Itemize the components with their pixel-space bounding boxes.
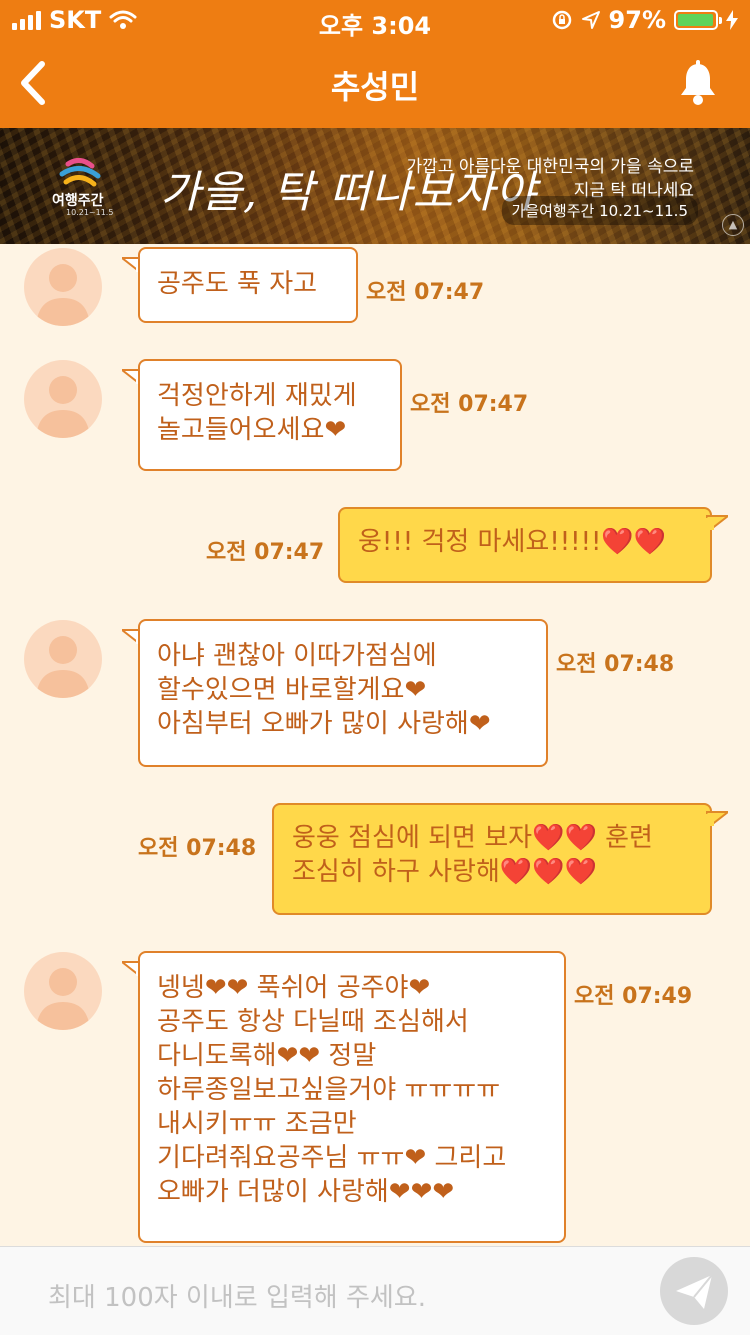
message-bubble[interactable]: 넹넹❤❤ 푹쉬어 공주야❤ 공주도 항상 다닐때 조심해서 다니도록해❤❤ 정말… bbox=[138, 951, 566, 1243]
message-bubble[interactable]: 웅웅 점심에 되면 보자❤️❤️ 훈련 조심히 하구 사랑해❤️❤️❤️ bbox=[272, 803, 712, 915]
avatar[interactable] bbox=[24, 952, 102, 1030]
message-time: 오전 07:49 bbox=[574, 984, 693, 1009]
avatar[interactable] bbox=[24, 360, 102, 438]
message-time: 오전 07:47 bbox=[206, 540, 325, 565]
banner-logo-date: 10.21~11.5 bbox=[66, 208, 114, 217]
default-profile-icon bbox=[36, 968, 90, 1030]
chat-title: 추성민 bbox=[330, 68, 420, 106]
message-time: 오전 07:47 bbox=[366, 280, 485, 305]
message-time: 오전 07:48 bbox=[138, 836, 257, 861]
message-bubble[interactable]: 걱정안하게 재밌게 놀고들어오세요❤ bbox=[138, 359, 402, 471]
default-profile-icon bbox=[36, 264, 90, 326]
battery-percent: 97% bbox=[608, 6, 666, 34]
banner-logo-text: 여행주간 bbox=[52, 193, 104, 209]
avatar[interactable] bbox=[24, 620, 102, 698]
message-input-bar: 최대 100자 이내로 입력해 주세요. bbox=[0, 1246, 750, 1335]
avatar[interactable] bbox=[24, 248, 102, 326]
navigation-bar: 추성민 bbox=[0, 40, 750, 128]
message-bubble[interactable]: 웅!!! 걱정 마세요!!!!!❤️❤️ bbox=[338, 507, 712, 583]
location-arrow-icon bbox=[581, 11, 600, 29]
ad-banner[interactable]: 여행주간 10.21~11.5 가을, 탁 떠나보자야 가깝고 아름다운 대한민… bbox=[0, 128, 750, 244]
message-time: 오전 07:48 bbox=[556, 652, 675, 677]
default-profile-icon bbox=[36, 376, 90, 438]
message-bubble[interactable]: 공주도 푹 자고 bbox=[138, 247, 358, 323]
battery-fill bbox=[678, 14, 713, 26]
banner-line-1: 가깝고 아름다운 대한민국의 가을 속으로 bbox=[406, 157, 695, 177]
top-bar: SKT 오후 3:04 97% 추성민 bbox=[0, 0, 750, 128]
default-profile-icon bbox=[36, 636, 90, 698]
paper-plane-icon bbox=[676, 1274, 713, 1309]
message-input[interactable]: 최대 100자 이내로 입력해 주세요. bbox=[48, 1277, 426, 1314]
message-bubble[interactable]: 아냐 괜찮아 이따가점심에 할수있으면 바로할게요❤ 아침부터 오빠가 많이 사… bbox=[138, 619, 548, 767]
bubble-tail bbox=[706, 515, 728, 530]
charging-bolt-icon bbox=[726, 10, 738, 30]
bell-icon[interactable] bbox=[678, 60, 718, 108]
status-bar: SKT 오후 3:04 97% bbox=[0, 0, 750, 40]
message-time: 오전 07:47 bbox=[410, 392, 529, 417]
rotation-lock-icon bbox=[552, 10, 571, 30]
send-button[interactable] bbox=[660, 1257, 728, 1325]
battery-icon bbox=[674, 10, 722, 30]
banner-date-pill: 가을여행주간 10.21~11.5 bbox=[501, 196, 698, 225]
ad-info-icon[interactable]: ▲ bbox=[722, 214, 744, 236]
bubble-tail bbox=[706, 811, 728, 826]
